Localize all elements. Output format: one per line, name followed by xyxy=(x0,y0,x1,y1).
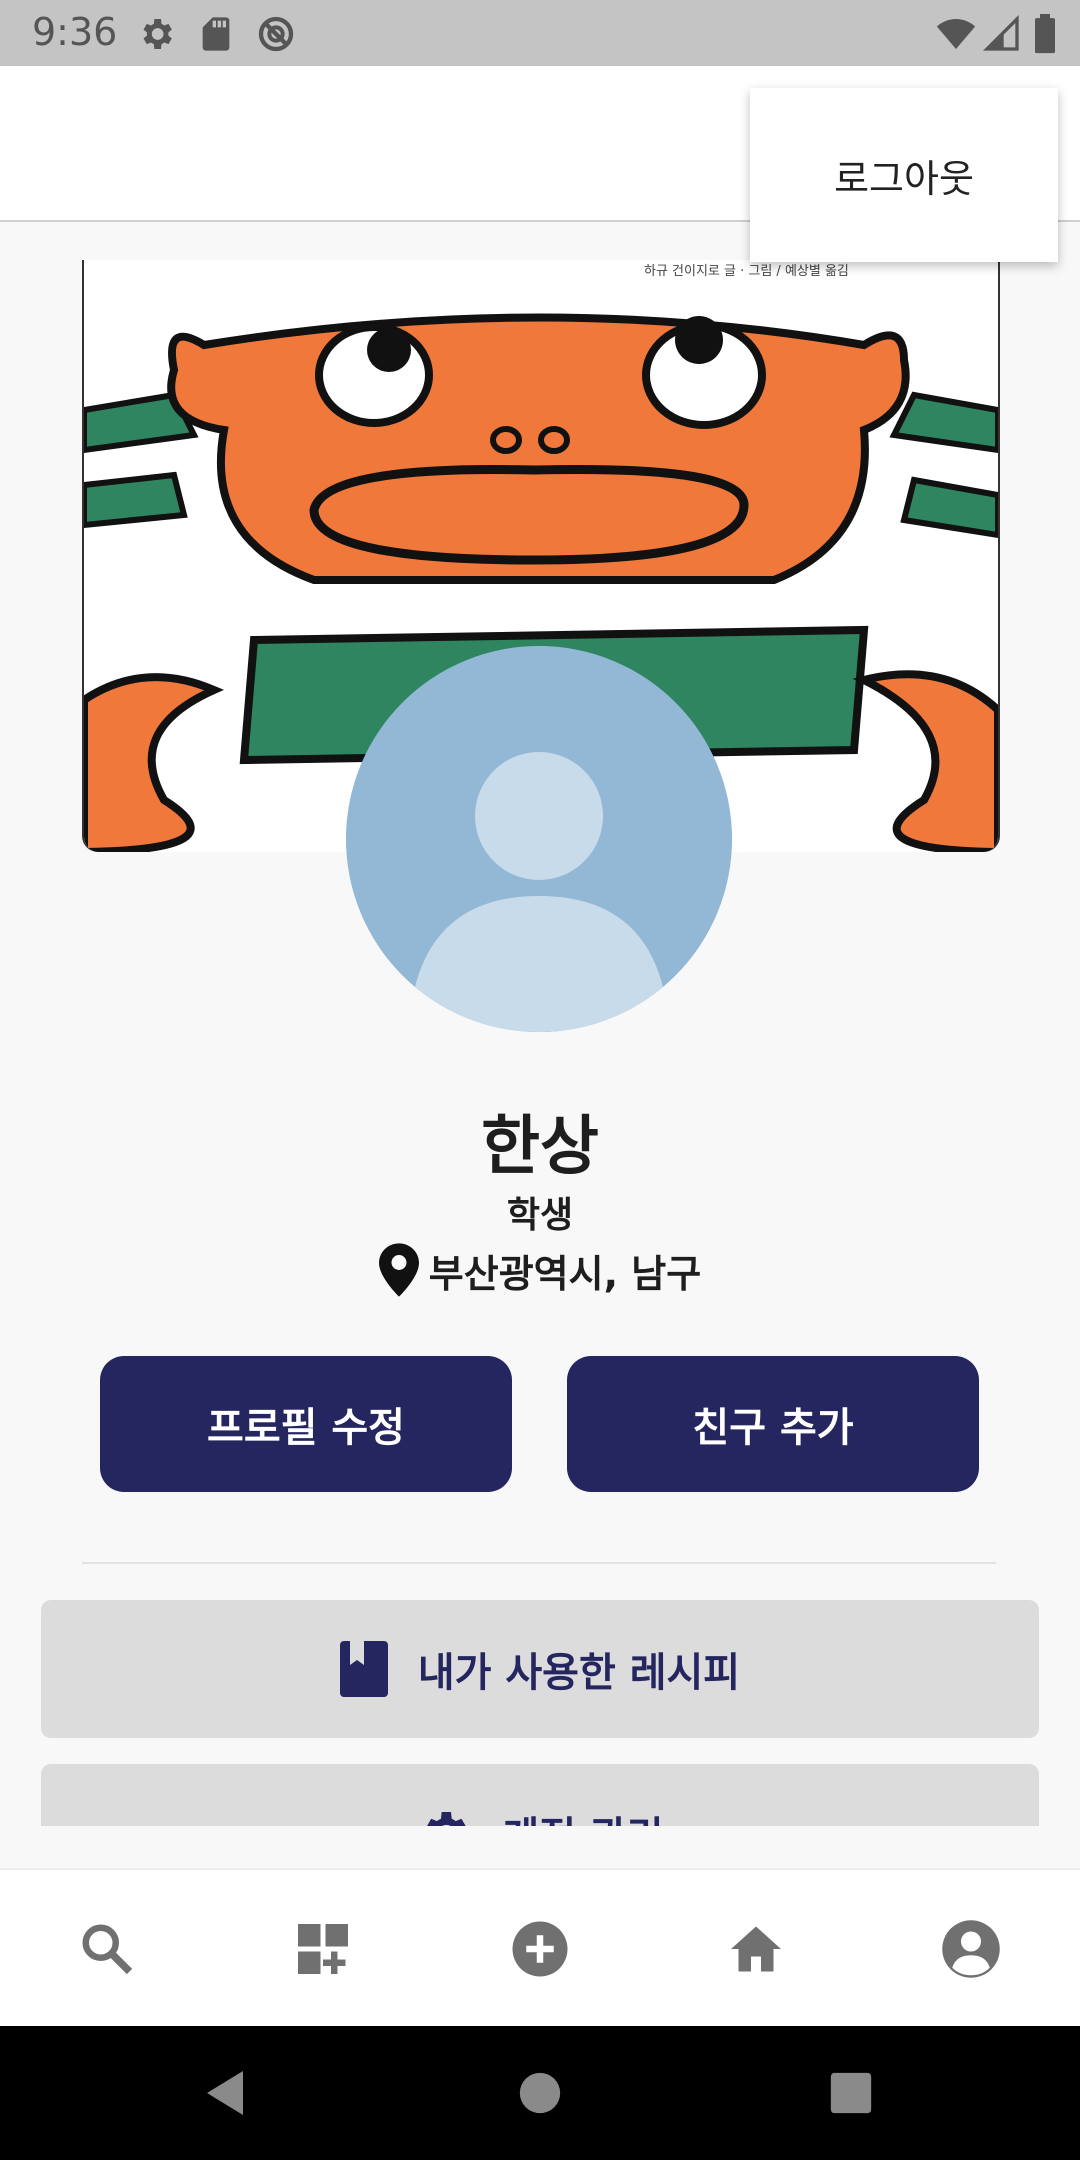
location-pin-icon xyxy=(378,1243,419,1297)
home-icon xyxy=(731,1926,781,1972)
edit-profile-label: 프로필 수정 xyxy=(207,1405,405,1451)
signal-icon xyxy=(982,14,1019,51)
divider xyxy=(82,1562,996,1564)
add-friend-button[interactable]: 친구 추가 xyxy=(567,1356,979,1492)
back-triangle-icon xyxy=(207,2071,243,2115)
bottom-navigation xyxy=(0,1868,1080,2028)
overflow-menu: 로그아웃 xyxy=(750,88,1058,262)
add-circle-icon xyxy=(512,1921,568,1977)
home-circle-icon xyxy=(519,2072,561,2114)
status-time: 9:36 xyxy=(32,10,118,54)
logout-menu-item[interactable]: 로그아웃 xyxy=(750,148,1058,203)
system-recents[interactable] xyxy=(816,2058,886,2128)
system-home[interactable] xyxy=(505,2058,575,2128)
edit-profile-button[interactable]: 프로필 수정 xyxy=(100,1356,512,1492)
system-navigation-bar xyxy=(0,2026,1080,2160)
sync-blocked-icon xyxy=(258,16,294,52)
cover-caption: 하규 건이지로 글 · 그림 / 예상별 옮김 xyxy=(644,264,849,279)
profile-scroll-area[interactable]: 하규 건이지로 글 · 그림 / 예상별 옮김 한상 학생 부산광역시, 남구 … xyxy=(0,220,1080,1826)
used-recipes-label: 내가 사용한 레시피 xyxy=(417,1650,741,1696)
search-icon xyxy=(82,1924,133,1975)
add-widget-icon xyxy=(298,1924,348,1974)
location-text: 부산광역시, 남구 xyxy=(428,1251,702,1296)
profile-location: 부산광역시, 남구 xyxy=(0,1240,1080,1300)
sd-card-icon xyxy=(202,17,230,51)
nav-home[interactable] xyxy=(721,1914,791,1984)
status-bar: 9:36 xyxy=(0,0,1080,66)
account-settings-card[interactable]: 계정 관리 xyxy=(41,1764,1039,1826)
gear-icon xyxy=(427,1812,467,1826)
system-back[interactable] xyxy=(190,2058,260,2128)
wifi-icon xyxy=(936,19,976,49)
profile-role: 학생 xyxy=(506,1195,574,1236)
nav-search[interactable] xyxy=(72,1914,142,1984)
profile-name: 한상 xyxy=(481,1110,599,1184)
add-friend-label: 친구 추가 xyxy=(692,1405,854,1451)
nav-add[interactable] xyxy=(505,1914,575,1984)
default-avatar-icon xyxy=(346,646,732,1032)
settings-gear-icon xyxy=(143,19,172,49)
battery-icon xyxy=(1035,14,1055,54)
avatar[interactable] xyxy=(346,646,732,1032)
bookmark-book-icon xyxy=(339,1641,388,1697)
account-circle-icon xyxy=(942,1920,1000,1978)
nav-profile[interactable] xyxy=(936,1914,1006,1984)
account-settings-label: 계정 관리 xyxy=(502,1804,663,1826)
used-recipes-card[interactable]: 내가 사용한 레시피 xyxy=(41,1600,1039,1738)
nav-add-widget[interactable] xyxy=(288,1914,358,1984)
recents-square-icon xyxy=(830,2072,872,2114)
